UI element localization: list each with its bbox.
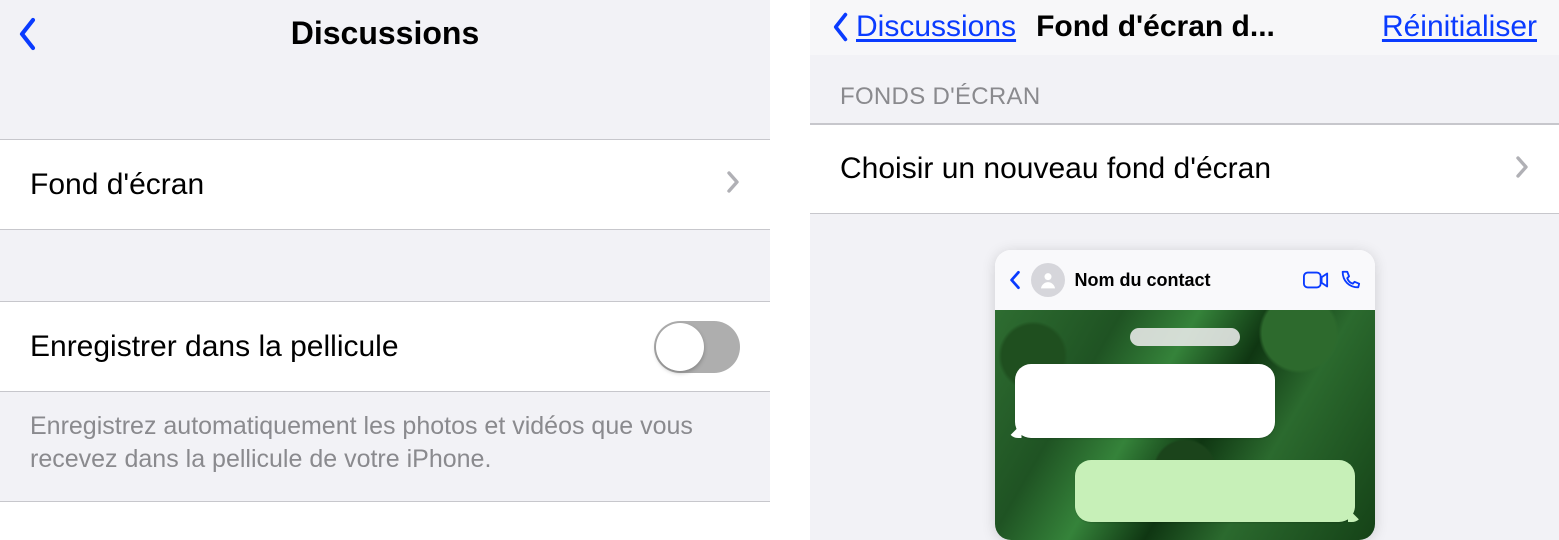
choose-new-wallpaper-label: Choisir un nouveau fond d'écran [840, 152, 1515, 186]
preview-outgoing-bubble [1075, 460, 1355, 522]
wallpaper-row[interactable]: Fond d'écran [0, 140, 770, 230]
preview-chat-background [995, 310, 1375, 540]
preview-incoming-bubble [1015, 364, 1275, 438]
chevron-right-icon [726, 170, 740, 199]
avatar-icon [1031, 263, 1065, 297]
section-spacer [0, 68, 770, 140]
save-to-camera-roll-label: Enregistrer dans la pellicule [30, 330, 654, 364]
phone-call-icon [1339, 269, 1361, 291]
section-spacer [0, 230, 770, 302]
video-call-icon [1303, 270, 1329, 290]
save-to-camera-roll-toggle[interactable] [654, 321, 740, 373]
reset-button[interactable]: Réinitialiser [1382, 10, 1537, 44]
header-bar: Discussions [0, 0, 770, 68]
choose-new-wallpaper-row[interactable]: Choisir un nouveau fond d'écran [810, 124, 1559, 214]
section-header-wallpapers: FONDS D'ÉCRAN [810, 55, 1559, 124]
save-to-camera-roll-row: Enregistrer dans la pellicule [0, 302, 770, 392]
chat-preview-card[interactable]: Nom du contact [995, 250, 1375, 540]
page-title: Fond d'écran d... [1036, 10, 1368, 44]
chevron-left-icon [832, 12, 850, 42]
screen-wallpaper-detail: Discussions Fond d'écran d... Réinitiali… [810, 0, 1559, 540]
preview-contact-name: Nom du contact [1075, 270, 1293, 291]
toggle-knob [656, 323, 704, 371]
back-button[interactable]: Discussions [832, 10, 1016, 44]
screen-discussions-settings: Discussions Fond d'écran Enregistrer dan… [0, 0, 770, 540]
page-title: Discussions [0, 15, 770, 52]
preview-header: Nom du contact [995, 250, 1375, 310]
save-to-camera-roll-help: Enregistrez automatiquement les photos e… [0, 392, 770, 502]
preview-date-pill [1130, 328, 1240, 346]
wallpaper-label: Fond d'écran [30, 168, 726, 202]
chevron-left-icon [18, 17, 38, 51]
back-button[interactable] [18, 17, 38, 51]
preview-back-icon [1009, 269, 1021, 291]
wallpaper-preview-area: Nom du contact [810, 214, 1559, 540]
header-bar: Discussions Fond d'écran d... Réinitiali… [810, 0, 1559, 55]
back-label: Discussions [856, 10, 1016, 44]
chevron-right-icon [1515, 155, 1529, 184]
